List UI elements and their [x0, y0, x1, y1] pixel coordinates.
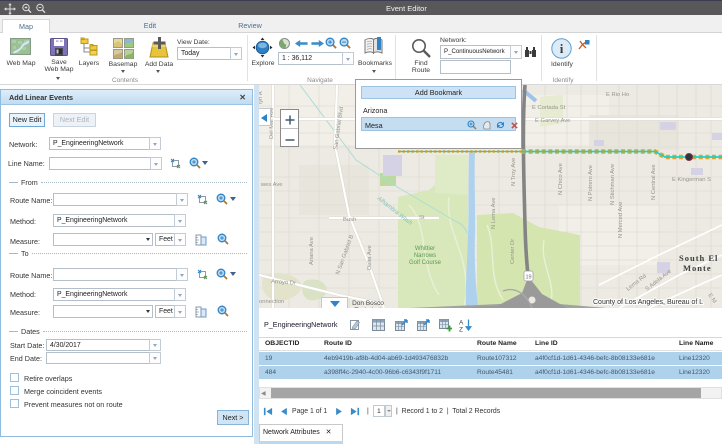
svg-text:E Rio Ho: E Rio Ho	[606, 92, 629, 98]
svg-text:19: 19	[525, 275, 531, 281]
svg-text:A: A	[459, 320, 464, 327]
svg-text:N Central Ave: N Central Ave	[651, 164, 657, 200]
svg-text:N Merced Ave: N Merced Ave	[618, 202, 624, 238]
svg-text:St: St	[419, 215, 425, 221]
svg-text:Ariana Ave: Ariana Ave	[309, 237, 315, 265]
svg-text:N Lema Ave: N Lema Ave	[491, 198, 497, 229]
svg-text:Monte: Monte	[683, 263, 712, 273]
svg-text:Delta Ave: Delta Ave	[367, 245, 373, 270]
svg-text:N Troy Ave: N Troy Ave	[511, 158, 517, 186]
svg-text:E Garvey Ave: E Garvey Ave	[535, 118, 570, 124]
svg-text:N Potrero Ave: N Potrero Ave	[588, 165, 594, 201]
svg-text:N Chico Ave: N Chico Ave	[558, 163, 564, 195]
svg-text:South El: South El	[679, 253, 718, 263]
svg-text:E Kingerman S: E Kingerman S	[672, 177, 711, 183]
svg-text:lyn A: lyn A	[259, 91, 264, 104]
svg-text:onnection: onnection	[259, 299, 284, 305]
svg-text:Don Bosco: Don Bosco	[352, 300, 384, 307]
svg-text:Narrows: Narrows	[414, 253, 436, 259]
svg-text:Center Dr: Center Dr	[510, 239, 516, 264]
svg-text:Golf Course: Golf Course	[409, 260, 442, 266]
svg-text:Bush: Bush	[343, 217, 356, 223]
svg-text:Whittier: Whittier	[415, 246, 435, 252]
svg-text:wes Ave: wes Ave	[260, 182, 282, 188]
svg-text:i: i	[560, 41, 564, 56]
svg-text:Z: Z	[459, 327, 463, 333]
svg-text:N Stichman Ave: N Stichman Ave	[610, 164, 616, 205]
svg-text:E Cortada St: E Cortada St	[532, 105, 566, 111]
svg-text:County of Los Angeles, Bureau: County of Los Angeles, Bureau of L	[593, 299, 703, 306]
